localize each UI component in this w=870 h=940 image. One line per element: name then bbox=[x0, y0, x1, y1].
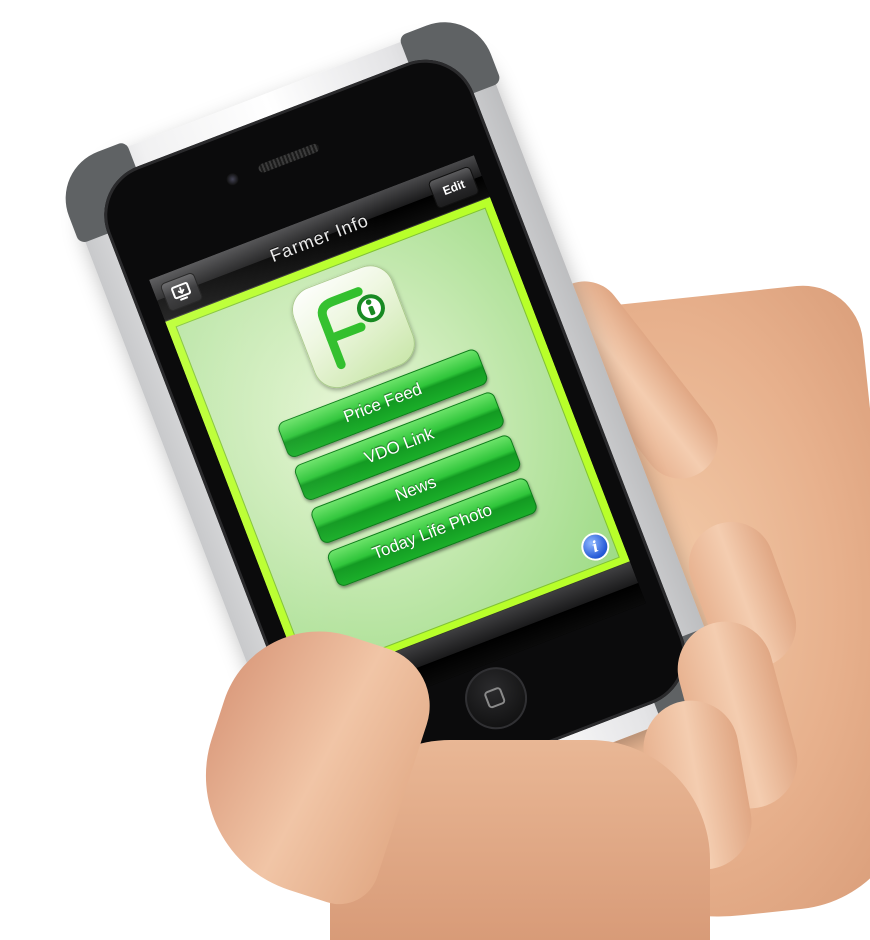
front-camera bbox=[224, 171, 241, 187]
info-icon[interactable]: i bbox=[579, 531, 611, 563]
earpiece-speaker bbox=[257, 142, 321, 174]
app-screen: Farmer Info Edit Price Feed VDO Link New… bbox=[149, 155, 646, 728]
